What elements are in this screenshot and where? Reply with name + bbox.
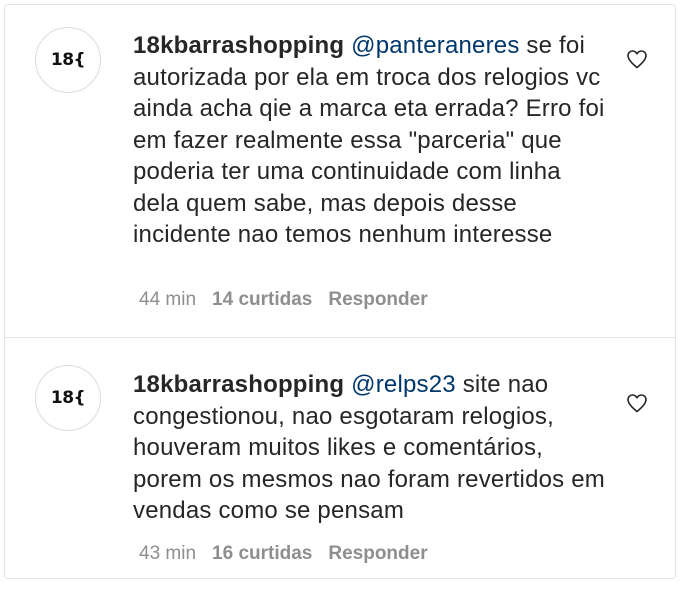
- comment-likes[interactable]: 14 curtidas: [212, 289, 312, 311]
- avatar-logo-text: 18{: [50, 388, 86, 408]
- comment-item: 18{ 18kbarrashopping @relps23 site nao c…: [5, 339, 675, 579]
- comment-time[interactable]: 43 min: [139, 543, 196, 565]
- comment-likes[interactable]: 16 curtidas: [212, 543, 312, 565]
- comment-mention[interactable]: @relps23: [351, 371, 456, 398]
- comment-time[interactable]: 44 min: [139, 289, 196, 311]
- comment-body: 18kbarrashopping @relps23 site nao conge…: [133, 369, 611, 527]
- comment-text: se foi autorizada por ela em troca dos r…: [133, 32, 605, 248]
- comment-mention[interactable]: @panteraneres: [351, 32, 519, 59]
- comment-item: 18{ 18kbarrashopping @panteraneres se fo…: [5, 5, 675, 339]
- heart-outline-icon[interactable]: [624, 391, 650, 415]
- reply-button[interactable]: Responder: [328, 543, 427, 565]
- comment-divider: [4, 337, 676, 338]
- comment-username[interactable]: 18kbarrashopping: [133, 32, 344, 59]
- avatar-logo-text: 18{: [50, 50, 86, 70]
- reply-button[interactable]: Responder: [328, 289, 427, 311]
- comments-card: 18{ 18kbarrashopping @panteraneres se fo…: [4, 4, 676, 579]
- comment-body: 18kbarrashopping @panteraneres se foi au…: [133, 30, 611, 251]
- comment-meta: 44 min 14 curtidas Responder: [139, 289, 428, 311]
- heart-outline-icon[interactable]: [624, 47, 650, 71]
- avatar[interactable]: 18{: [35, 27, 101, 93]
- avatar[interactable]: 18{: [35, 365, 101, 431]
- comment-meta: 43 min 16 curtidas Responder: [139, 543, 428, 565]
- comment-username[interactable]: 18kbarrashopping: [133, 371, 344, 398]
